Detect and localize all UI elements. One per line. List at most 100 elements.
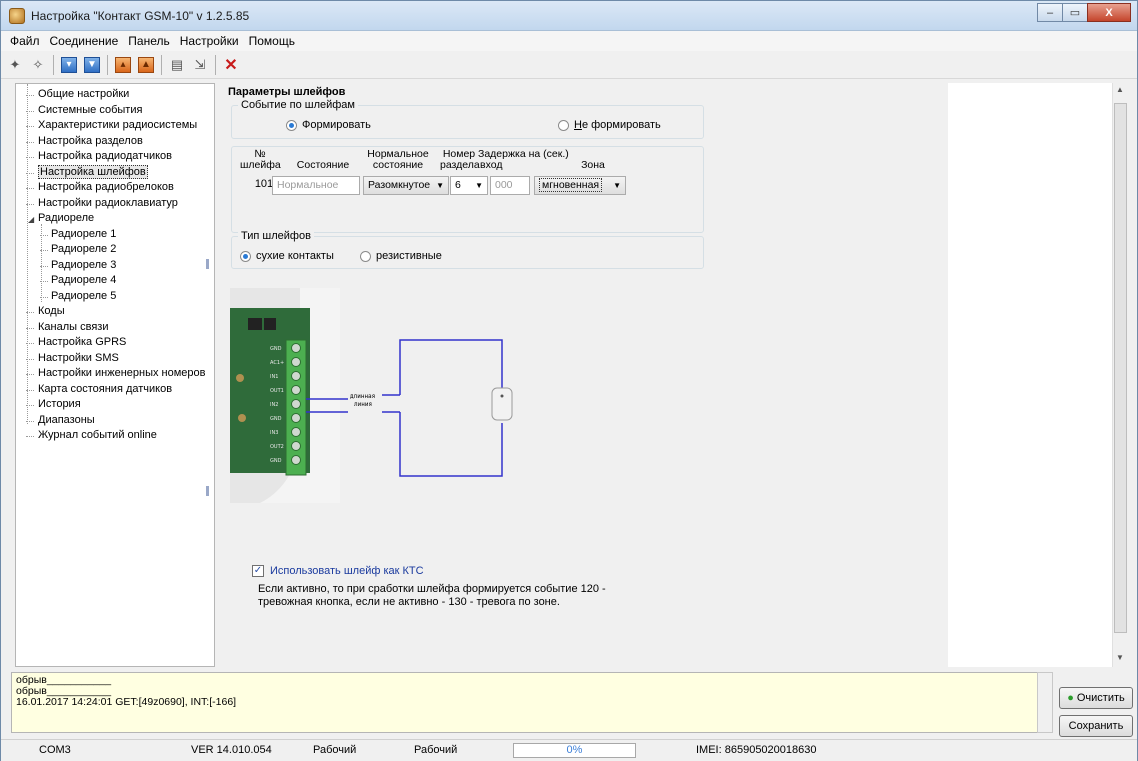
tree-item-sms[interactable]: Настройки SMS [16, 351, 214, 367]
header-zone: Зона [581, 159, 605, 171]
chevron-down-icon: ▼ [436, 181, 444, 190]
log-scrollbar[interactable] [1037, 672, 1053, 733]
tree-item-relay-5[interactable]: Радиореле 5 [16, 289, 214, 305]
menu-settings[interactable]: Настройки [175, 34, 244, 48]
header-num: № шлейфа [240, 148, 281, 171]
menu-help[interactable]: Помощь [244, 34, 300, 48]
radio-form-label: Формировать [302, 119, 371, 131]
toolbar-separator [215, 54, 216, 75]
terminal-screw [291, 427, 301, 437]
tree-item-radio-relays[interactable]: ◢ Радиореле [16, 211, 214, 227]
kts-description: Если активно, то при сработки шлейфа фор… [258, 583, 606, 609]
content-panel: Параметры шлейфов Событие по шлейфам Фор… [218, 83, 1128, 667]
tree-item-engineer-numbers[interactable]: Настройки инженерных номеров [16, 366, 214, 382]
tree-item-ranges[interactable]: Диапазоны [16, 413, 214, 429]
scroll-down-icon[interactable]: ▼ [1116, 653, 1124, 662]
tree-item-sections[interactable]: Настройка разделов [16, 134, 214, 150]
kts-description-line-1: Если активно, то при сработки шлейфа фор… [258, 583, 606, 595]
terminal-label: IN3 [270, 430, 278, 436]
download-icon[interactable]: ▾ [61, 56, 77, 73]
tree-item-relay-4[interactable]: Радиореле 4 [16, 273, 214, 289]
radio-dry-contacts[interactable]: сухие контакты [240, 250, 334, 262]
loop-state-field: Нормальное [272, 176, 360, 195]
cancel-icon[interactable]: ✕ [223, 57, 239, 74]
radio-form[interactable]: Формировать [286, 119, 371, 131]
status-port: COM3 [39, 744, 71, 756]
event-group: Событие по шлейфам Формировать Не формир… [231, 99, 704, 139]
terminal-screw [291, 357, 301, 367]
normal-state-select[interactable]: Разомкнутое ▼ [363, 176, 449, 195]
zone-value: мгновенная [539, 178, 603, 192]
terminal-label: OUT2 [270, 444, 284, 450]
menu-connection[interactable]: Соединение [45, 34, 124, 48]
tree-item-relay-3[interactable]: Радиореле 3 [16, 258, 214, 274]
radio-resistive[interactable]: резистивные [360, 250, 442, 262]
download-all-icon[interactable]: ▼ [84, 56, 100, 73]
tree-item-radio-characteristics[interactable]: Характеристики радиосистемы [16, 118, 214, 134]
scroll-thumb[interactable] [1114, 103, 1127, 633]
radio-no-form[interactable]: Не формировать [558, 119, 661, 131]
progress-label: 0% [566, 744, 583, 756]
tree-item-radio-keyboards[interactable]: Настройки радиоклавиатур [16, 196, 214, 212]
loop-type-group: Тип шлейфов сухие контакты резистивные [231, 230, 704, 269]
tree-item-channels[interactable]: Каналы связи [16, 320, 214, 336]
maximize-button[interactable]: ▭ [1062, 3, 1088, 22]
main-window: Настройка "Контакт GSM-10" v 1.2.5.85 – … [0, 0, 1138, 761]
tree-item-radio-sensors[interactable]: Настройка радиодатчиков [16, 149, 214, 165]
radio-form-circle[interactable] [286, 119, 297, 131]
tree-item-loops[interactable]: Настройка шлейфов [16, 164, 214, 181]
header-delay: Задержка на (сек.) вход [478, 148, 569, 171]
menu-panel[interactable]: Панель [123, 34, 174, 48]
tree-item-radio-keyfobs[interactable]: Настройка радиобрелоков [16, 180, 214, 196]
tree-item-history[interactable]: История [16, 397, 214, 413]
terminal-label: IN1 [270, 374, 278, 380]
radio-dry-label: сухие контакты [256, 250, 334, 262]
splitter-grip[interactable] [206, 486, 209, 496]
header-normal-state: Нормальное состояние [367, 148, 429, 171]
section-title: Параметры шлейфов [228, 86, 346, 98]
tree-item-event-log-online[interactable]: Журнал событий online [16, 428, 214, 444]
wire [399, 412, 503, 477]
delay-input[interactable]: 000 [490, 176, 530, 195]
status-mode-1: Рабочий [313, 744, 357, 756]
disconnect-icon[interactable]: ✧ [30, 57, 46, 73]
expand-arrow-icon[interactable]: ◢ [28, 212, 34, 228]
chip [264, 318, 276, 330]
minimize-button[interactable]: – [1037, 3, 1063, 22]
radio-no-form-circle[interactable] [558, 119, 569, 131]
header-section: Номер раздела [440, 148, 480, 171]
header-state: Состояние [296, 159, 350, 171]
radio-dry-circle[interactable] [240, 250, 251, 262]
terminal-screw [291, 455, 301, 465]
tree-item-gprs[interactable]: Настройка GPRS [16, 335, 214, 351]
kts-checkbox[interactable]: ✓ [252, 565, 264, 577]
scroll-up-icon[interactable]: ▲ [1116, 85, 1124, 94]
save-button[interactable]: Сохранить [1059, 715, 1133, 737]
upload-all-icon[interactable]: ▲ [138, 56, 154, 73]
content-scrollbar[interactable]: ▲ ▼ [1112, 83, 1128, 667]
close-button[interactable]: X [1087, 3, 1131, 22]
tree-item-general[interactable]: Общие настройки [16, 87, 214, 103]
connect-icon[interactable]: ✦ [7, 57, 23, 73]
terminal-screw [291, 399, 301, 409]
radio-resistive-circle[interactable] [360, 250, 371, 262]
tree-item-system-events[interactable]: Системные события [16, 103, 214, 119]
toolbar-separator [107, 54, 108, 75]
window-title: Настройка "Контакт GSM-10" v 1.2.5.85 [31, 9, 250, 23]
upload-icon[interactable]: ▴ [115, 56, 131, 73]
tree-item-relay-1[interactable]: Радиореле 1 [16, 227, 214, 243]
menu-file[interactable]: Файл [5, 34, 45, 48]
export-icon[interactable]: ⇲ [192, 57, 208, 73]
section-select[interactable]: 6 ▼ [450, 176, 488, 195]
terminal-label: GND [270, 458, 282, 464]
tree-item-codes[interactable]: Коды [16, 304, 214, 320]
terminal-screw [291, 385, 301, 395]
tree-item-sensor-map[interactable]: Карта состояния датчиков [16, 382, 214, 398]
zone-select[interactable]: мгновенная ▼ [534, 176, 626, 195]
kts-checkbox-label[interactable]: Использовать шлейф как КТС [270, 565, 424, 577]
splitter-grip[interactable] [206, 259, 209, 269]
tree-item-relay-2[interactable]: Радиореле 2 [16, 242, 214, 258]
clear-button[interactable]: ● Очистить [1059, 687, 1133, 709]
wire [399, 339, 503, 400]
file-icon[interactable]: ▤ [169, 57, 185, 73]
